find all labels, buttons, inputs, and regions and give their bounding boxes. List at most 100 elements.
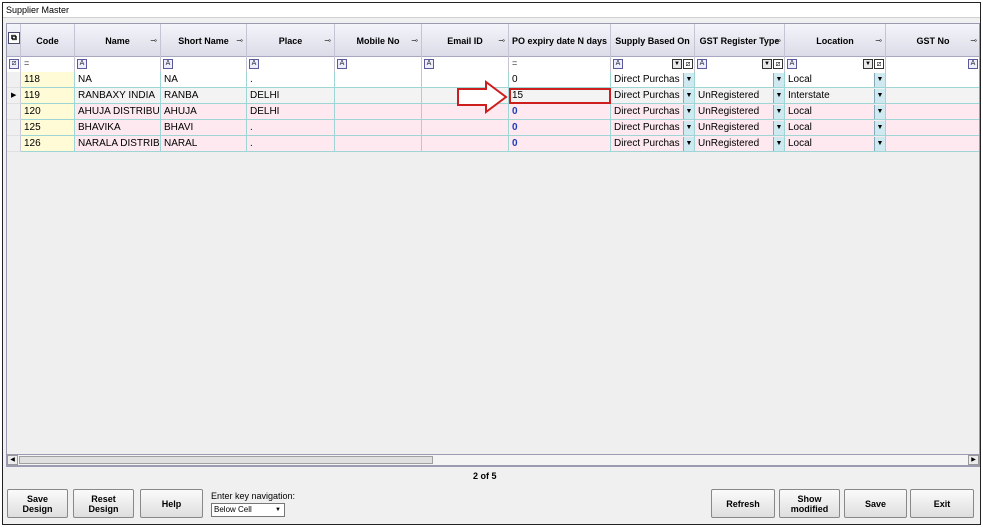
cell-po-expiry[interactable]: 0 bbox=[509, 104, 611, 120]
chevron-down-icon[interactable]: ▼ bbox=[874, 137, 885, 151]
table-row[interactable]: 125 BHAVIKA BHAVI . 0 Direct Purchas UnR… bbox=[7, 120, 979, 136]
scroll-left-icon[interactable]: ◀ bbox=[7, 455, 18, 465]
col-header-email-id[interactable]: Email ID ⊸ bbox=[422, 24, 509, 57]
filter-gst-register-type[interactable]: A ▼ ⧄ bbox=[695, 57, 785, 72]
cell-gst-no[interactable] bbox=[886, 72, 979, 88]
cell-po-expiry[interactable]: 0 bbox=[509, 72, 611, 88]
horizontal-scrollbar[interactable]: ◀ ▶ bbox=[6, 454, 980, 466]
scroll-right-icon[interactable]: ▶ bbox=[968, 455, 979, 465]
chevron-down-icon[interactable]: ▼ bbox=[773, 121, 784, 135]
clear-filter-icon[interactable]: ⧄ bbox=[683, 59, 693, 69]
cell-name[interactable]: RANBAXY INDIA bbox=[75, 88, 161, 104]
cell-mobile-no[interactable] bbox=[335, 88, 422, 104]
chevron-down-icon[interactable]: ▼ bbox=[683, 137, 694, 151]
cell-po-expiry-selected[interactable]: 15 bbox=[509, 88, 611, 104]
filter-text-icon[interactable]: A bbox=[613, 59, 623, 69]
chevron-down-icon[interactable]: ▼ bbox=[773, 89, 784, 103]
cell-gst-register-type[interactable] bbox=[695, 72, 785, 88]
cell-gst-register-type[interactable]: UnRegistered bbox=[695, 136, 785, 152]
refresh-button[interactable]: Refresh bbox=[711, 489, 775, 518]
filter-text-icon[interactable]: A bbox=[787, 59, 797, 69]
filter-name[interactable]: A bbox=[75, 57, 161, 72]
filter-text-icon[interactable]: A bbox=[163, 59, 173, 69]
clear-all-filters[interactable]: ⧄ bbox=[7, 57, 21, 72]
cell-gst-no[interactable] bbox=[886, 136, 979, 152]
clear-filter-icon[interactable]: ⧄ bbox=[874, 59, 884, 69]
pin-icon[interactable]: ⊸ bbox=[236, 36, 243, 45]
cell-name[interactable]: NARALA DISTRIB bbox=[75, 136, 161, 152]
clear-filter-icon[interactable]: ⧄ bbox=[773, 59, 783, 69]
row-indicator[interactable] bbox=[7, 120, 21, 136]
chevron-down-icon[interactable]: ▼ bbox=[683, 73, 694, 87]
cell-place[interactable]: DELHI bbox=[247, 88, 335, 104]
cell-place[interactable]: . bbox=[247, 120, 335, 136]
cell-location[interactable]: Local bbox=[785, 104, 886, 120]
chevron-down-icon[interactable]: ▼ bbox=[874, 105, 885, 119]
cell-location[interactable]: Local bbox=[785, 72, 886, 88]
chevron-down-icon[interactable]: ▼ bbox=[683, 105, 694, 119]
cell-code[interactable]: 118 bbox=[21, 72, 75, 88]
cell-code[interactable]: 125 bbox=[21, 120, 75, 136]
filter-text-icon[interactable]: A bbox=[424, 59, 434, 69]
filter-text-icon[interactable]: A bbox=[968, 59, 978, 69]
column-chooser-icon[interactable]: ⧉ bbox=[8, 32, 20, 44]
chevron-down-icon[interactable]: ▼ bbox=[683, 121, 694, 135]
cell-name[interactable]: AHUJA DISTRIBU bbox=[75, 104, 161, 120]
filter-short-name[interactable]: A bbox=[161, 57, 247, 72]
col-header-place[interactable]: Place ⊸ bbox=[247, 24, 335, 57]
col-header-name[interactable]: Name ⊸ bbox=[75, 24, 161, 57]
save-design-button[interactable]: Save Design bbox=[7, 489, 68, 518]
col-header-short-name[interactable]: Short Name ⊸ bbox=[161, 24, 247, 57]
cell-code[interactable]: 119 bbox=[21, 88, 75, 104]
cell-short-name[interactable]: BHAVI bbox=[161, 120, 247, 136]
help-button[interactable]: Help bbox=[140, 489, 203, 518]
cell-email-id[interactable] bbox=[422, 136, 509, 152]
filter-gst-no[interactable]: A bbox=[886, 57, 979, 72]
enter-key-navigation-select[interactable]: Below Cell ▼ bbox=[211, 503, 285, 517]
pin-icon[interactable]: ⊸ bbox=[970, 36, 977, 45]
col-header-location[interactable]: Location ⊸ bbox=[785, 24, 886, 57]
pin-icon[interactable]: ⊸ bbox=[774, 36, 781, 45]
filter-email-id[interactable]: A bbox=[422, 57, 509, 72]
pin-icon[interactable]: ⊸ bbox=[150, 36, 157, 45]
cell-short-name[interactable]: RANBA bbox=[161, 88, 247, 104]
cell-po-expiry[interactable]: 0 bbox=[509, 136, 611, 152]
table-row[interactable]: 126 NARALA DISTRIB NARAL . 0 Direct Purc… bbox=[7, 136, 979, 152]
filter-text-icon[interactable]: A bbox=[249, 59, 259, 69]
cell-mobile-no[interactable] bbox=[335, 120, 422, 136]
filter-supply-based-on[interactable]: A ▼ ⧄ bbox=[611, 57, 695, 72]
cell-gst-no[interactable] bbox=[886, 120, 979, 136]
chevron-down-icon[interactable]: ▼ bbox=[683, 89, 694, 103]
filter-location[interactable]: A ▼ ⧄ bbox=[785, 57, 886, 72]
chevron-down-icon[interactable]: ▼ bbox=[273, 505, 283, 515]
cell-location[interactable]: Interstate bbox=[785, 88, 886, 104]
cell-location[interactable]: Local bbox=[785, 120, 886, 136]
cell-short-name[interactable]: AHUJA bbox=[161, 104, 247, 120]
filter-text-icon[interactable]: A bbox=[77, 59, 87, 69]
cell-po-expiry[interactable]: 0 bbox=[509, 120, 611, 136]
filter-po-expiry[interactable]: = bbox=[509, 57, 611, 72]
pin-icon[interactable]: ⊸ bbox=[324, 36, 331, 45]
col-header-gst-no[interactable]: GST No ⊸ bbox=[886, 24, 979, 57]
filter-text-icon[interactable]: A bbox=[337, 59, 347, 69]
pin-icon[interactable]: ⊸ bbox=[498, 36, 505, 45]
row-indicator[interactable]: ▶ bbox=[7, 88, 21, 104]
reset-design-button[interactable]: Reset Design bbox=[73, 489, 134, 518]
filter-place[interactable]: A bbox=[247, 57, 335, 72]
row-indicator[interactable] bbox=[7, 104, 21, 120]
col-header-code[interactable]: Code bbox=[21, 24, 75, 57]
cell-place[interactable]: . bbox=[247, 72, 335, 88]
cell-name[interactable]: NA bbox=[75, 72, 161, 88]
cell-gst-no[interactable] bbox=[886, 88, 979, 104]
chevron-down-icon[interactable]: ▼ bbox=[874, 121, 885, 135]
cell-short-name[interactable]: NARAL bbox=[161, 136, 247, 152]
cell-email-id[interactable] bbox=[422, 120, 509, 136]
col-header-supply-based-on[interactable]: Supply Based On bbox=[611, 24, 695, 57]
cell-mobile-no[interactable] bbox=[335, 136, 422, 152]
cell-gst-no[interactable] bbox=[886, 104, 979, 120]
cell-name[interactable]: BHAVIKA bbox=[75, 120, 161, 136]
show-modified-button[interactable]: Show modified bbox=[779, 489, 840, 518]
chevron-down-icon[interactable]: ▼ bbox=[773, 137, 784, 151]
cell-short-name[interactable]: NA bbox=[161, 72, 247, 88]
filter-text-icon[interactable]: A bbox=[697, 59, 707, 69]
